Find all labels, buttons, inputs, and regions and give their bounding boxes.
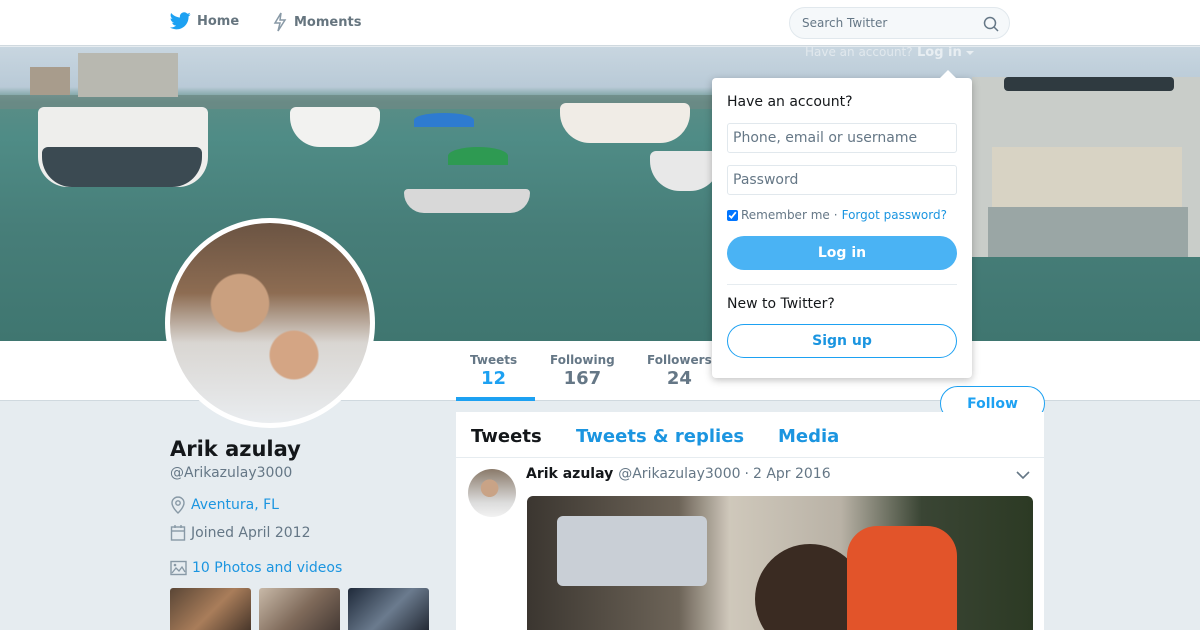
search-icon[interactable] xyxy=(983,16,999,32)
tab-tweets[interactable]: Tweets xyxy=(471,426,542,447)
new-to-twitter-text: New to Twitter? xyxy=(727,296,835,312)
banner-boat xyxy=(404,189,530,213)
banner-building-small xyxy=(30,67,70,95)
banner-boat xyxy=(290,107,380,147)
banner-building xyxy=(78,53,178,97)
media-thumbnail[interactable] xyxy=(259,588,340,630)
nav-moments-label: Moments xyxy=(294,14,362,30)
forgot-password-link[interactable]: Forgot password? xyxy=(842,208,947,222)
login-link-label: Log in xyxy=(917,45,962,60)
stat-value: 12 xyxy=(481,368,507,389)
login-dropdown: Have an account? Remember me · Forgot pa… xyxy=(712,70,972,378)
tweet-date[interactable]: 2 Apr 2016 xyxy=(753,466,831,482)
timeline: Tweets Tweets & replies Media Arik azula… xyxy=(456,412,1044,630)
tab-tweets-and-replies[interactable]: Tweets & replies xyxy=(576,426,744,447)
stat-value: 167 xyxy=(563,368,602,389)
password-field[interactable] xyxy=(727,165,957,195)
username-field[interactable] xyxy=(727,123,957,153)
remember-row: Remember me · Forgot password? xyxy=(727,208,947,222)
nav-moments[interactable]: Moments xyxy=(272,12,361,32)
stat-active-underline xyxy=(456,397,535,401)
tab-media[interactable]: Media xyxy=(778,426,839,447)
have-account-text: Have an account? xyxy=(805,45,913,59)
location-icon xyxy=(171,496,185,514)
search-input[interactable] xyxy=(802,16,972,30)
banner-umbrella xyxy=(448,147,508,165)
stat-label: Followers xyxy=(647,353,712,367)
profile-avatar[interactable] xyxy=(165,218,375,428)
banner-umbrella xyxy=(414,113,474,127)
profile-name[interactable]: Arik azulay xyxy=(170,437,301,461)
tweet-separator: · xyxy=(744,466,749,482)
photos-videos-link[interactable]: 10 Photos and videos xyxy=(170,560,342,576)
media-thumbnail[interactable] xyxy=(170,588,251,630)
nav-home-label: Home xyxy=(197,13,240,29)
chevron-down-icon[interactable] xyxy=(1016,470,1030,480)
tweet-author-handle[interactable]: @Arikazulay3000 xyxy=(618,466,740,482)
banner-boat xyxy=(650,151,720,191)
stat-label: Following xyxy=(550,353,615,367)
calendar-icon xyxy=(170,525,186,541)
joined-label: Joined April 2012 xyxy=(191,525,311,541)
banner-pontoon-boat xyxy=(972,77,1200,257)
tweet-header: Arik azulay @Arikazulay3000 · 2 Apr 2016 xyxy=(526,466,831,482)
photos-videos-label: 10 Photos and videos xyxy=(192,560,343,576)
banner-boat xyxy=(560,103,690,143)
timeline-tabs: Tweets Tweets & replies Media xyxy=(456,412,1044,458)
twitter-bird-icon xyxy=(170,12,191,30)
top-nav: Home Moments xyxy=(0,0,1200,46)
profile-joined: Joined April 2012 xyxy=(170,524,311,542)
location-label: Aventura, FL xyxy=(191,497,279,513)
stat-value: 24 xyxy=(666,368,692,389)
photo-icon xyxy=(170,560,187,576)
tweet-media-image[interactable] xyxy=(527,496,1033,630)
stat-followers[interactable]: Followers 24 xyxy=(647,353,712,389)
stat-following[interactable]: Following 167 xyxy=(550,353,615,389)
stat-tweets[interactable]: Tweets 12 xyxy=(470,353,517,389)
login-link[interactable]: Log in xyxy=(917,45,975,60)
profile-handle[interactable]: @Arikazulay3000 xyxy=(170,465,292,481)
search-box[interactable] xyxy=(789,7,1010,39)
media-thumbnail[interactable] xyxy=(348,588,429,630)
stat-label: Tweets xyxy=(470,353,518,367)
remember-checkbox[interactable] xyxy=(727,209,738,221)
banner-boat-hull xyxy=(42,147,202,187)
lightning-icon xyxy=(273,12,287,32)
dropdown-divider xyxy=(727,284,957,285)
tweet-author-name[interactable]: Arik azulay xyxy=(526,466,613,482)
remember-separator: · xyxy=(833,208,838,222)
profile-location[interactable]: Aventura, FL xyxy=(170,496,279,514)
signup-button[interactable]: Sign up xyxy=(727,324,957,358)
login-button[interactable]: Log in xyxy=(727,236,957,270)
login-dropdown-title: Have an account? xyxy=(727,94,853,110)
tweet-avatar[interactable] xyxy=(468,469,516,517)
remember-label[interactable]: Remember me xyxy=(741,208,830,222)
nav-home[interactable]: Home xyxy=(170,12,239,30)
caret-down-icon xyxy=(966,51,975,55)
